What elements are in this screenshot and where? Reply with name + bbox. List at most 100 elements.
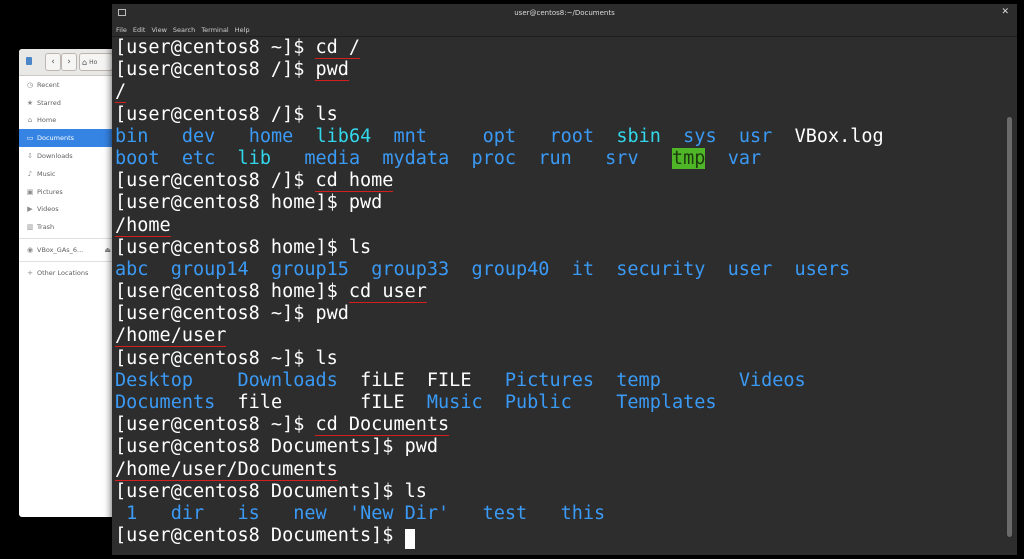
ls-entry: Downloads [237, 369, 338, 391]
sidebar-item-other-locations[interactable]: + Other Locations [19, 264, 119, 282]
terminal-text: [user@centos8 ~]$ [115, 37, 316, 58]
ls-entry: fiLE [360, 369, 405, 391]
terminal-window: user@centos8:~/Documents ✕ File Edit View S… [112, 4, 1017, 555]
path-bar[interactable]: ⌂ Ho [79, 53, 113, 71]
terminal-line: Documents file fILE Music Public Templat… [115, 392, 1003, 414]
sidebar-item-label: Home [37, 116, 57, 125]
sidebar-item-videos[interactable]: ▶ Videos [19, 201, 119, 219]
terminal-line: [user@centos8 home]$ pwd [115, 192, 1003, 214]
menu-edit[interactable]: Edit [133, 26, 146, 34]
menu-bar: File Edit View Search Terminal Help [112, 23, 1017, 37]
ls-entry: usr [738, 125, 773, 147]
menu-file[interactable]: File [116, 26, 127, 34]
menu-view[interactable]: View [151, 26, 166, 34]
terminal-line: Desktop Downloads fiLE FILE Pictures tem… [115, 370, 1003, 392]
picture-icon: ▣ [26, 187, 34, 196]
sidebar-item-home[interactable]: ⌂ Home [19, 112, 119, 130]
terminal-line: / [115, 81, 1003, 104]
terminal-line: [user@centos8 Documents]$ [115, 525, 1003, 550]
sidebar-item-recent[interactable]: ◷ Recent [19, 76, 119, 94]
highlighted-text: pwd [315, 59, 349, 82]
terminal-line: [user@centos8 home]$ ls [115, 237, 1003, 259]
ls-entry: test [482, 502, 528, 524]
ls-entry: dev [181, 125, 216, 147]
terminal-text: [user@centos8 Documents]$ pwd [115, 436, 439, 458]
terminal-text: [user@centos8 /]$ ls [115, 103, 338, 125]
terminal-line: abc group14 group15 group33 group40 it s… [115, 259, 1003, 281]
ls-entry: srv [605, 147, 639, 169]
ls-entry: var [727, 147, 762, 169]
terminal-text: [user@centos8 Documents]$ ls [115, 480, 427, 502]
ls-entry: media [304, 147, 361, 169]
menu-search[interactable]: Search [173, 26, 195, 34]
terminal-line: [user@centos8 /]$ ls [115, 104, 1003, 126]
window-title: user@centos8:~/Documents [514, 9, 615, 17]
file-manager-window: ‹ › ⌂ Ho ◷ Recent ★ Starred ⌂ Home ▭ Documents ⇩… [19, 49, 119, 517]
files-app-icon[interactable] [23, 53, 35, 69]
download-icon: ⇩ [27, 152, 33, 161]
home-icon: ⌂ [82, 57, 88, 67]
ls-entry: group40 [471, 258, 550, 280]
ls-entry: user [727, 258, 773, 280]
forward-button[interactable]: › [61, 53, 77, 71]
ls-entry: opt [482, 125, 517, 147]
ls-entry: dir [170, 502, 205, 524]
scrollbar-thumb[interactable] [1007, 117, 1012, 537]
back-button[interactable]: ‹ [45, 53, 61, 71]
terminal-line: [user@centos8 ~]$ ls [115, 348, 1003, 370]
eject-icon[interactable]: ⏏ [104, 246, 111, 254]
sidebar-item-label: Recent [37, 80, 60, 89]
terminal-line: [user@centos8 Documents]$ ls [115, 481, 1003, 503]
ls-entry: file [237, 392, 283, 413]
close-icon[interactable]: ✕ [1001, 7, 1009, 17]
sidebar-item-trash[interactable]: ▥ Trash [19, 218, 119, 236]
menu-terminal[interactable]: Terminal [201, 26, 228, 34]
highlighted-text: /home/user [115, 325, 227, 348]
scrollbar[interactable] [1003, 37, 1017, 555]
video-icon: ▶ [27, 205, 33, 214]
highlighted-text: cd Documents [315, 414, 450, 437]
sidebar-item-label: Pictures [37, 187, 63, 196]
text-cursor [404, 529, 415, 550]
ls-entry: Public [504, 392, 572, 413]
sidebar-item-pictures[interactable]: ▣ Pictures [19, 183, 119, 201]
sidebar-item-label: Downloads [37, 152, 73, 161]
ls-entry: temp [616, 369, 661, 391]
terminal-output[interactable]: [user@centos8 ~]$ cd / [user@centos8 /]$ … [112, 37, 1003, 555]
sidebar-item-vbox-gas-6[interactable]: ◉ VBox_GAs_6... ⏏ [19, 241, 119, 259]
terminal-line: boot etc lib media mydata proc run srv t… [115, 147, 1003, 170]
title-bar[interactable]: user@centos8:~/Documents ✕ [112, 4, 1017, 23]
ls-entry: Pictures [504, 369, 594, 391]
ls-entry: sbin [616, 125, 661, 147]
terminal-line: [user@centos8 ~]$ pwd [115, 303, 1003, 325]
ls-entry: FILE [426, 369, 472, 391]
terminal-text: [user@centos8 Documents]$ [115, 525, 405, 547]
menu-help[interactable]: Help [235, 26, 250, 34]
sidebar-item-documents[interactable]: ▭ Documents [19, 129, 119, 148]
ls-entry: this [560, 502, 606, 524]
ls-entry: sys [683, 125, 717, 147]
terminal-line: /home/user [115, 325, 1003, 348]
sidebar-item-label: Other Locations [37, 268, 89, 277]
ls-entry: root [549, 125, 595, 147]
sidebar-item-starred[interactable]: ★ Starred [19, 94, 119, 112]
disc-icon: ◉ [26, 246, 34, 255]
sidebar-item-music[interactable]: ♪ Music [19, 165, 119, 183]
sidebar-item-downloads[interactable]: ⇩ Downloads [19, 147, 119, 165]
